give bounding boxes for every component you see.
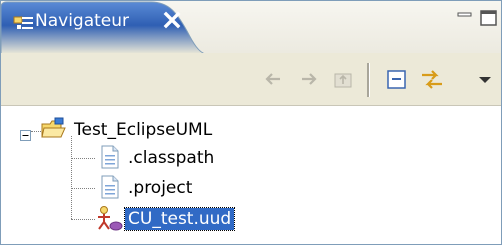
tree-item[interactable]: .classpath — [97, 144, 247, 172]
use-case-diagram-icon — [95, 205, 123, 231]
tab-title: Navigateur — [35, 11, 130, 31]
view-tab-strip: Navigateur — [1, 1, 501, 54]
minimize-icon[interactable] — [455, 9, 475, 27]
maximize-icon[interactable] — [479, 9, 499, 27]
tree-connector — [71, 219, 95, 220]
navigator-tree: Test_EclipseUML .classpath .project CU_t… — [1, 106, 501, 244]
view-menu-icon[interactable] — [475, 67, 499, 91]
file-icon — [97, 174, 123, 200]
toolbar-separator — [367, 63, 370, 97]
collapse-node-icon[interactable] — [20, 126, 31, 141]
tree-root-node[interactable]: Test_EclipseUML — [41, 116, 271, 144]
file-icon — [97, 144, 123, 170]
tree-connector — [71, 136, 72, 219]
tree-item-selected[interactable]: CU_test.uud — [95, 205, 265, 233]
navigator-tab[interactable]: Navigateur — [1, 1, 206, 54]
view-toolbar — [1, 53, 501, 106]
tree-connector — [71, 158, 95, 159]
tree-connector — [31, 131, 41, 132]
tree-item-label: .classpath — [128, 148, 215, 168]
tree-item-label: .project — [128, 178, 193, 198]
tree-item[interactable]: .project — [97, 174, 247, 202]
link-with-editor-icon[interactable] — [419, 67, 443, 91]
tree-root-label: Test_EclipseUML — [74, 120, 213, 140]
close-icon[interactable] — [162, 10, 182, 30]
tree-item-label: CU_test.uud — [123, 207, 236, 231]
navigator-view-icon — [13, 13, 35, 35]
project-folder-icon — [41, 116, 67, 142]
back-arrow-icon[interactable] — [261, 67, 285, 91]
forward-arrow-icon[interactable] — [297, 67, 321, 91]
tree-connector — [71, 188, 95, 189]
collapse-all-icon[interactable] — [385, 67, 409, 91]
navigator-view: Navigateur Test_EclipseUML .classpath .p… — [0, 0, 502, 245]
up-folder-icon[interactable] — [331, 67, 355, 91]
